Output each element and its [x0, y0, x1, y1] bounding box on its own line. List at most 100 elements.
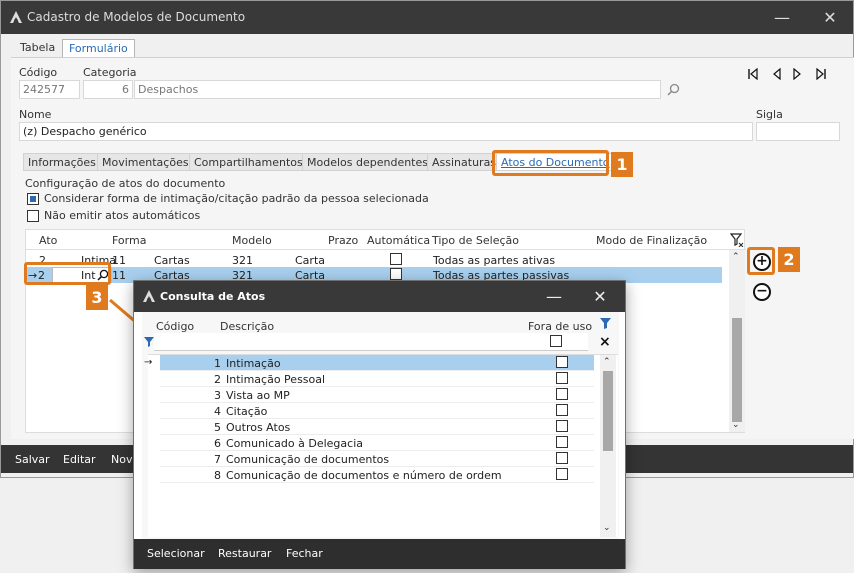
list-item-selected[interactable]: 1 Intimação [160, 355, 594, 371]
dialog-col-descricao[interactable]: Descrição [220, 320, 274, 333]
col-ato[interactable]: Ato [39, 234, 57, 247]
row-tipo-selecao: Todas as partes ativas [433, 254, 556, 267]
codigo-field[interactable]: 242577 [19, 80, 80, 99]
row-prazo: Carta [295, 254, 325, 267]
col-modo-finalizacao[interactable]: Modo de Finalização [596, 234, 707, 247]
dialog-filter-icon[interactable] [599, 317, 612, 330]
row-filter-icon[interactable] [144, 337, 154, 347]
item-descricao: Comunicação de documentos e número de or… [226, 469, 502, 482]
remove-ato-button[interactable]: − [753, 283, 771, 301]
item-fora-de-uso-checkbox[interactable] [556, 452, 568, 464]
tab-formulario[interactable]: Formulário [62, 39, 135, 57]
item-codigo: 6 [214, 437, 221, 450]
callout-2-number: 2 [778, 247, 800, 272]
dialog-close-button[interactable]: ✕ [580, 281, 620, 312]
codigo-label: Código [19, 66, 58, 79]
next-record-icon[interactable] [790, 67, 804, 82]
item-fora-de-uso-checkbox[interactable] [556, 468, 568, 480]
item-descricao: Outros Atos [226, 421, 291, 434]
search-icon[interactable] [667, 83, 680, 96]
col-tipo-selecao[interactable]: Tipo de Seleção [432, 234, 519, 247]
dialog-minimize-button[interactable]: — [534, 281, 574, 312]
sigla-field[interactable] [756, 122, 840, 141]
scroll-up-icon[interactable]: ⌃ [603, 357, 611, 367]
dialog-logo-icon [143, 290, 155, 302]
list-item[interactable]: 8 Comunicação de documentos e número de … [160, 467, 594, 483]
item-fora-de-uso-checkbox[interactable] [556, 356, 568, 368]
grid-filter-icon[interactable] [730, 233, 744, 247]
item-fora-de-uso-checkbox[interactable] [556, 372, 568, 384]
minimize-button[interactable]: — [759, 1, 805, 34]
app-logo-icon [10, 11, 22, 23]
tab-informacoes[interactable]: Informações [23, 153, 101, 171]
first-record-icon[interactable] [746, 67, 760, 82]
item-fora-de-uso-checkbox[interactable] [556, 404, 568, 416]
item-fora-de-uso-checkbox[interactable] [556, 388, 568, 400]
window-title: Cadastro de Modelos de Documento [27, 10, 246, 24]
option-nao-emitir-checkbox[interactable] [27, 210, 39, 222]
grid-scrollbar[interactable]: ⌃ ⌄ [729, 250, 745, 432]
grid-scroll-thumb[interactable] [732, 318, 742, 422]
callout-1-box [492, 150, 609, 176]
tab-modelos-dependentes[interactable]: Modelos dependentes [302, 153, 433, 171]
item-codigo: 1 [214, 357, 221, 370]
list-item[interactable]: 7 Comunicação de documentos [160, 451, 594, 467]
dialog-body: Código Descrição Fora de uso × → 1 Intim… [142, 312, 619, 539]
fechar-button[interactable]: Fechar [286, 547, 323, 560]
close-button[interactable]: ✕ [807, 1, 853, 34]
list-item[interactable]: 3 Vista ao MP [160, 387, 594, 403]
previous-record-icon[interactable] [770, 67, 784, 82]
scroll-down-icon[interactable]: ⌄ [603, 523, 611, 533]
item-codigo: 8 [214, 469, 221, 482]
dialog-list: → 1 Intimação 2 Intimação Pessoal 3 Vist… [144, 354, 618, 537]
item-fora-de-uso-checkbox[interactable] [556, 420, 568, 432]
dialog-title: Consulta de Atos [160, 290, 266, 303]
editar-button[interactable]: Editar [63, 453, 96, 466]
callout-1-number: 1 [611, 152, 633, 177]
tab-assinaturas[interactable]: Assinaturas [427, 153, 502, 171]
callout-3-box [24, 262, 111, 285]
tab-compartilhamentos[interactable]: Compartilhamentos [189, 153, 308, 171]
col-modelo[interactable]: Modelo [232, 234, 272, 247]
dialog-col-fora-de-uso[interactable]: Fora de uso [528, 320, 592, 333]
row-automatica-checkbox[interactable] [390, 253, 402, 265]
col-forma[interactable]: Forma [112, 234, 146, 247]
tab-movimentacoes[interactable]: Movimentações [97, 153, 194, 171]
config-heading: Configuração de atos do documento [25, 177, 226, 190]
dialog-col-codigo[interactable]: Código [156, 320, 194, 333]
categoria-code-field[interactable]: 6 [83, 80, 133, 99]
last-record-icon[interactable] [814, 67, 828, 82]
row-automatica-checkbox[interactable] [390, 268, 402, 280]
clear-filter-icon[interactable]: × [599, 334, 611, 350]
item-codigo: 2 [214, 373, 221, 386]
col-automatica[interactable]: Automática [367, 234, 430, 247]
item-fora-de-uso-checkbox[interactable] [556, 436, 568, 448]
item-codigo: 3 [214, 389, 221, 402]
scroll-down-icon[interactable]: ⌄ [732, 420, 740, 430]
dialog-scroll-thumb[interactable] [603, 371, 613, 451]
consulta-atos-dialog: Consulta de Atos — ✕ Código Descrição Fo… [133, 280, 626, 569]
nome-field[interactable]: (z) Despacho genérico [19, 122, 753, 141]
list-item[interactable]: 5 Outros Atos [160, 419, 594, 435]
filter-fora-de-uso-checkbox[interactable] [550, 335, 562, 347]
list-item[interactable]: 2 Intimação Pessoal [160, 371, 594, 387]
row-forma-code: 11 [112, 254, 126, 267]
restaurar-button[interactable]: Restaurar [218, 547, 271, 560]
callout-2-box [747, 247, 775, 275]
option-intimacao-padrao-checkbox[interactable] [27, 193, 39, 205]
item-descricao: Intimação [226, 357, 281, 370]
scroll-up-icon[interactable]: ⌃ [732, 252, 740, 262]
list-item[interactable]: 4 Citação [160, 403, 594, 419]
col-prazo[interactable]: Prazo [328, 234, 358, 247]
table-row[interactable]: 2 Intima 11 Cartas 321 Carta Todas as pa… [26, 252, 722, 268]
salvar-button[interactable]: Salvar [15, 453, 50, 466]
tab-tabela[interactable]: Tabela [14, 39, 61, 57]
selecionar-button[interactable]: Selecionar [147, 547, 205, 560]
row-forma: Cartas [154, 254, 190, 267]
dialog-filter-row[interactable] [154, 333, 588, 351]
dialog-scrollbar[interactable]: ⌃ ⌄ [600, 355, 616, 537]
list-item[interactable]: 6 Comunicado à Delegacia [160, 435, 594, 451]
categoria-field[interactable]: Despachos [134, 80, 661, 99]
grid-header: Ato Forma Modelo Prazo Automática Tipo d… [26, 230, 746, 250]
option-nao-emitir-label: Não emitir atos automáticos [44, 209, 201, 222]
